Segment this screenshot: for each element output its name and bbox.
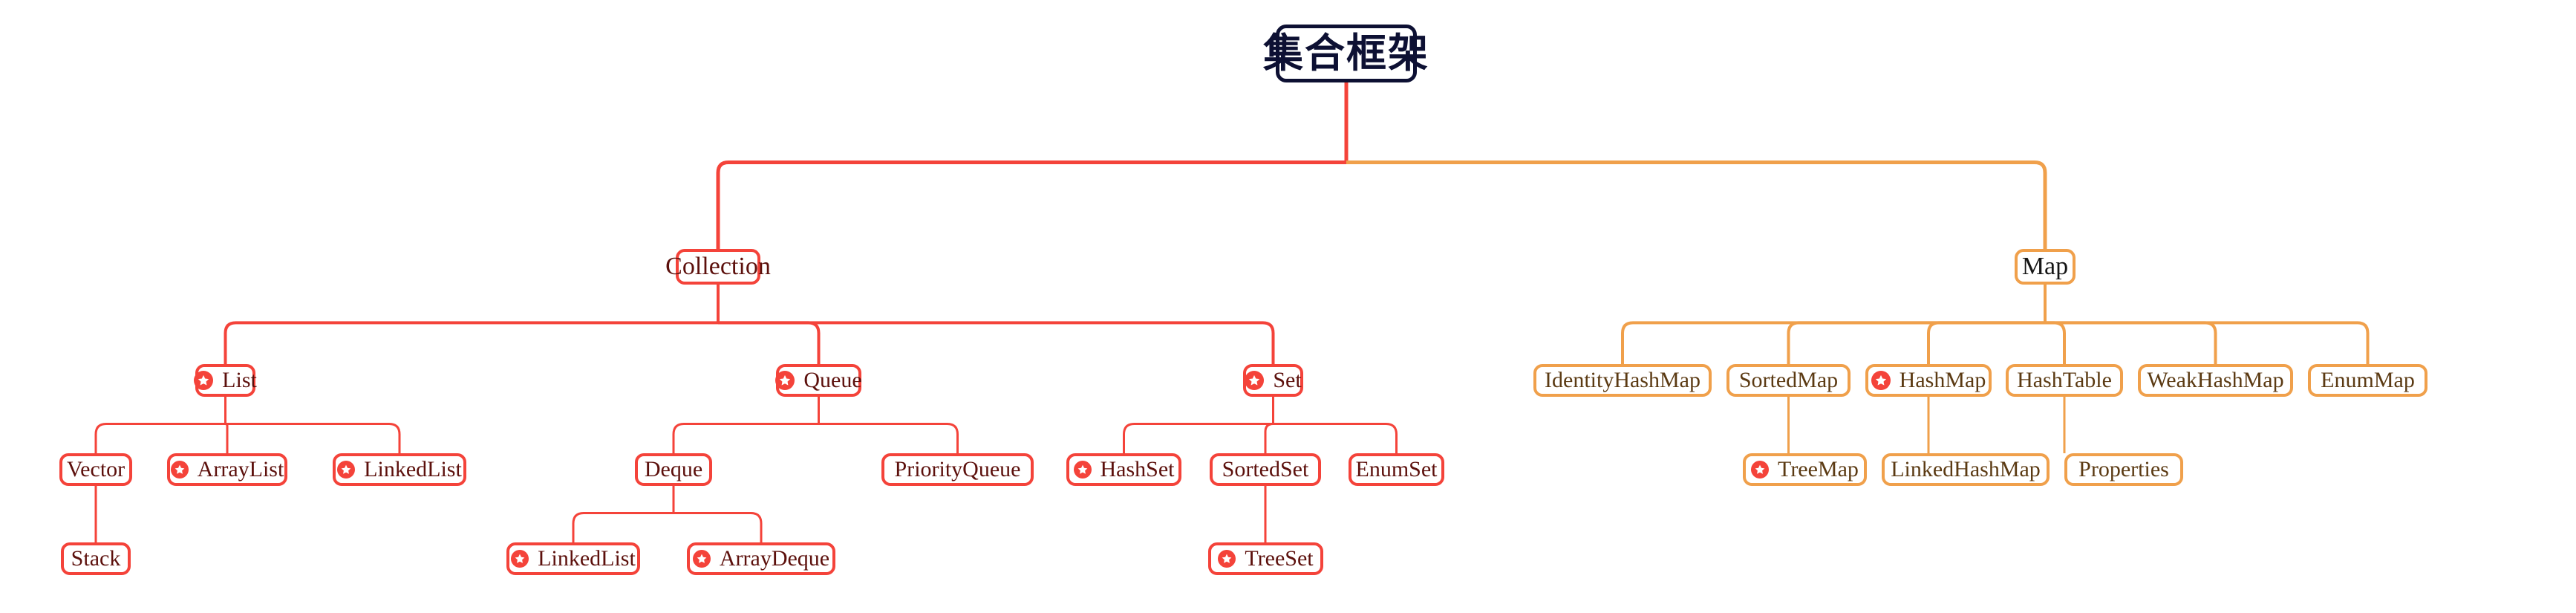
edge-set-to-enumset bbox=[1273, 422, 1398, 453]
node-map[interactable]: Map bbox=[2015, 249, 2076, 285]
edge-collection-to-list bbox=[224, 321, 718, 364]
node-priorityqueue[interactable]: PriorityQueue bbox=[881, 453, 1034, 486]
node-label: LinkedHashMap bbox=[1891, 457, 2041, 481]
star-icon bbox=[775, 371, 795, 390]
edge-map-to-identityhashmap bbox=[1621, 321, 2045, 364]
node-label: 集合框架 bbox=[1263, 31, 1429, 76]
edge-root-to-map bbox=[1346, 160, 2047, 249]
star-icon bbox=[1218, 550, 1236, 568]
node-treemap[interactable]: TreeMap bbox=[1743, 453, 1867, 486]
node-label: Collection bbox=[665, 253, 771, 280]
node-label: Vector bbox=[66, 457, 125, 481]
node-hashtable[interactable]: HashTable bbox=[2006, 364, 2123, 397]
node-hashmap[interactable]: HashMap bbox=[1865, 364, 1992, 397]
edge-map-to-enummap bbox=[2045, 321, 2370, 364]
edge-layer bbox=[94, 82, 2370, 542]
edge-deque-to-linkedlist-deque bbox=[572, 511, 674, 542]
node-set[interactable]: Set bbox=[1243, 364, 1303, 397]
star-icon bbox=[1245, 371, 1265, 390]
node-enummap[interactable]: EnumMap bbox=[2308, 364, 2427, 397]
node-queue[interactable]: Queue bbox=[775, 364, 862, 397]
node-label: TreeSet bbox=[1245, 546, 1314, 571]
node-label: TreeMap bbox=[1778, 457, 1859, 481]
node-label: Stack bbox=[71, 546, 121, 571]
star-icon bbox=[194, 371, 214, 390]
mindmap-canvas: 集合框架 Collection List Queue Set Vector ArrayLis… bbox=[0, 0, 2576, 613]
node-list[interactable]: List bbox=[194, 364, 257, 397]
node-label: LinkedList bbox=[538, 546, 636, 571]
node-hashset[interactable]: HashSet bbox=[1066, 453, 1181, 486]
node-arraylist[interactable]: ArrayList bbox=[167, 453, 287, 486]
node-label: Map bbox=[2021, 253, 2069, 280]
node-root[interactable]: 集合框架 bbox=[1263, 25, 1428, 82]
node-stack[interactable]: Stack bbox=[61, 542, 131, 575]
node-label: ArrayList bbox=[197, 457, 284, 481]
node-deque[interactable]: Deque bbox=[635, 453, 712, 486]
node-label: List bbox=[222, 368, 257, 392]
edge-collection-to-queue bbox=[718, 321, 821, 364]
node-label: LinkedList bbox=[364, 457, 462, 481]
star-icon bbox=[1073, 461, 1092, 479]
edge-list-to-vector bbox=[94, 422, 226, 453]
node-sortedset[interactable]: SortedSet bbox=[1210, 453, 1321, 486]
node-properties[interactable]: Properties bbox=[2064, 453, 2183, 486]
node-collection[interactable]: Collection bbox=[665, 249, 771, 285]
node-label: Queue bbox=[803, 368, 862, 392]
star-icon bbox=[692, 550, 711, 568]
node-label: HashTable bbox=[2017, 368, 2112, 392]
edge-deque-to-arraydeque bbox=[674, 511, 763, 542]
node-label: Set bbox=[1273, 368, 1302, 392]
node-linkedlist-deque[interactable]: LinkedList bbox=[506, 542, 640, 575]
edge-set-to-hashset bbox=[1123, 422, 1274, 453]
edge-map-to-hashmap bbox=[1927, 321, 2045, 364]
node-label: ArrayDeque bbox=[719, 546, 830, 571]
star-icon bbox=[170, 461, 189, 479]
star-icon bbox=[511, 550, 529, 568]
node-treeset[interactable]: TreeSet bbox=[1208, 542, 1323, 575]
node-label: Deque bbox=[644, 457, 703, 481]
edge-list-to-linkedlist-list bbox=[225, 422, 401, 453]
node-label: EnumSet bbox=[1355, 457, 1438, 481]
edge-set-to-sortedset bbox=[1264, 422, 1274, 453]
node-vector[interactable]: Vector bbox=[59, 453, 132, 486]
node-label: IdentityHashMap bbox=[1545, 368, 1701, 392]
star-icon bbox=[337, 461, 356, 479]
edge-map-to-hashtable bbox=[2045, 321, 2066, 364]
node-sortedmap[interactable]: SortedMap bbox=[1726, 364, 1851, 397]
star-icon bbox=[1751, 461, 1770, 479]
node-label: Properties bbox=[2078, 457, 2169, 481]
node-label: SortedSet bbox=[1222, 457, 1309, 481]
edge-collection-to-set bbox=[718, 321, 1275, 364]
edge-root-to-collection bbox=[716, 160, 1346, 249]
node-label: HashSet bbox=[1100, 457, 1175, 481]
star-icon bbox=[1871, 371, 1891, 390]
edge-queue-to-priorityqueue bbox=[818, 422, 959, 453]
node-label: WeakHashMap bbox=[2147, 368, 2284, 392]
node-label: HashMap bbox=[1899, 368, 1986, 392]
node-weakhashmap[interactable]: WeakHashMap bbox=[2138, 364, 2293, 397]
node-label: SortedMap bbox=[1738, 368, 1839, 392]
edge-map-to-sortedmap bbox=[1787, 321, 2045, 364]
edge-list-to-arraylist bbox=[225, 422, 229, 453]
node-label: PriorityQueue bbox=[894, 457, 1021, 481]
node-arraydeque[interactable]: ArrayDeque bbox=[687, 542, 835, 575]
node-label: EnumMap bbox=[2321, 368, 2415, 392]
node-linkedlist-list[interactable]: LinkedList bbox=[333, 453, 466, 486]
node-identityhashmap[interactable]: IdentityHashMap bbox=[1533, 364, 1712, 397]
edge-map-to-weakhashmap bbox=[2045, 321, 2217, 364]
edge-queue-to-deque bbox=[672, 422, 819, 453]
node-linkedhashmap[interactable]: LinkedHashMap bbox=[1882, 453, 2050, 486]
node-enumset[interactable]: EnumSet bbox=[1349, 453, 1444, 486]
